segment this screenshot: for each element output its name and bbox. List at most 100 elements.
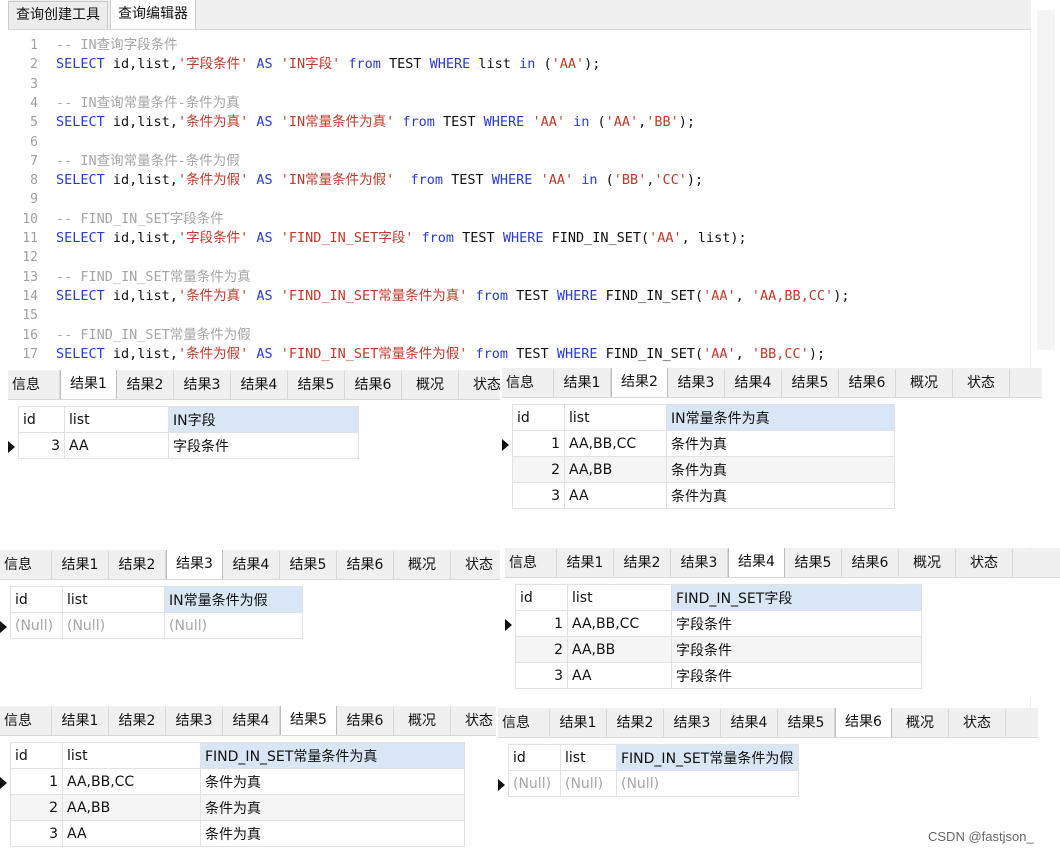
result-tab-2[interactable]: 结果2 [611,368,668,397]
grid-cell[interactable]: (Null) [62,612,165,639]
column-header[interactable]: IN常量条件为假 [164,586,303,613]
result-tab-7[interactable]: 概况 [394,551,451,579]
grid-cell[interactable]: AA,BB,CC [564,430,667,457]
grid-cell[interactable]: 1 [515,610,568,637]
grid-cell[interactable]: 2 [515,636,568,663]
column-header[interactable]: id [508,744,561,771]
result-tab-5[interactable]: 结果5 [782,369,839,397]
table-row[interactable]: 3 AA 条件为真 [512,482,895,509]
grid-cell[interactable]: AA,BB,CC [62,768,201,795]
result-tab-0[interactable]: 信息 [8,371,60,399]
result-tab-0[interactable]: 信息 [0,707,52,735]
grid-cell[interactable]: (Null) [616,770,799,797]
column-header[interactable]: FIND_IN_SET常量条件为真 [200,742,465,769]
table-row[interactable]: (Null) (Null) (Null) [508,770,799,797]
result-tab-4[interactable]: 结果4 [721,709,778,737]
grid-cell[interactable]: (Null) [10,612,63,639]
result-tab-4[interactable]: 结果4 [223,551,280,579]
result-tab-0[interactable]: 信息 [0,551,52,579]
result-tab-7[interactable]: 概况 [892,709,949,737]
grid-cell[interactable]: AA,BB,CC [567,610,672,637]
column-header[interactable]: list [567,584,672,611]
result-tab-2[interactable]: 结果2 [109,707,166,735]
column-header[interactable]: FIND_IN_SET常量条件为假 [616,744,799,771]
table-row[interactable]: 1 AA,BB,CC 条件为真 [10,768,465,795]
grid-cell[interactable]: 字段条件 [671,636,922,663]
result-tab-6[interactable]: 结果6 [842,549,899,577]
result-tab-8[interactable]: 状态 [953,369,1010,397]
result-tab-7[interactable]: 概况 [394,707,451,735]
result-tab-4[interactable]: 结果4 [231,371,288,399]
column-header[interactable]: id [10,742,63,769]
grid-cell[interactable]: 条件为真 [666,482,895,509]
grid-cell[interactable]: 条件为真 [200,768,465,795]
grid-cell[interactable]: (Null) [560,770,617,797]
grid-cell[interactable]: 条件为真 [200,794,465,821]
table-row[interactable]: 1 AA,BB,CC 字段条件 [515,610,922,637]
grid-cell[interactable]: AA [64,432,169,459]
result-tab-6[interactable]: 结果6 [345,371,402,399]
result-tab-8[interactable]: 状态 [451,551,500,579]
column-header[interactable]: IN常量条件为真 [666,404,895,431]
result-tab-6[interactable]: 结果6 [839,369,896,397]
column-header[interactable]: id [10,586,63,613]
result-tab-0[interactable]: 信息 [502,369,554,397]
tab-query-editor[interactable]: 查询编辑器 [110,0,196,29]
grid-cell[interactable]: 3 [515,662,568,689]
result-tab-2[interactable]: 结果2 [614,549,671,577]
column-header[interactable]: id [512,404,565,431]
result-tab-7[interactable]: 概况 [896,369,953,397]
table-row[interactable]: 2 AA,BB 条件为真 [512,456,895,483]
result-tab-2[interactable]: 结果2 [117,371,174,399]
result-tab-1[interactable]: 结果1 [52,551,109,579]
grid-cell[interactable]: 3 [10,820,63,847]
result-tab-1[interactable]: 结果1 [557,549,614,577]
grid-cell[interactable]: (Null) [508,770,561,797]
result-tab-5[interactable]: 结果5 [778,709,835,737]
grid-cell[interactable]: (Null) [164,612,303,639]
result-tab-8[interactable]: 状态 [949,709,1006,737]
result-tab-3[interactable]: 结果3 [664,709,721,737]
result-tab-0[interactable]: 信息 [498,709,550,737]
table-row[interactable]: (Null) (Null) (Null) [10,612,303,639]
result-tab-8[interactable]: 状态 [956,549,1013,577]
result-tab-5[interactable]: 结果5 [288,371,345,399]
table-row[interactable]: 3 AA 条件为真 [10,820,465,847]
result-tab-7[interactable]: 概况 [402,371,459,399]
result-tab-3[interactable]: 结果3 [174,371,231,399]
grid-cell[interactable]: 2 [512,456,565,483]
result-tab-1[interactable]: 结果1 [550,709,607,737]
grid-cell[interactable]: AA,BB [567,636,672,663]
grid-cell[interactable]: 条件为真 [666,430,895,457]
table-row[interactable]: 2 AA,BB 条件为真 [10,794,465,821]
result-tab-3[interactable]: 结果3 [166,550,223,579]
grid-cell[interactable]: 字段条件 [671,610,922,637]
grid-cell[interactable]: 字段条件 [168,432,359,459]
table-row[interactable]: 2 AA,BB 字段条件 [515,636,922,663]
result-tab-2[interactable]: 结果2 [607,709,664,737]
grid-cell[interactable]: AA,BB [62,794,201,821]
result-tab-8[interactable]: 状态 [459,371,500,399]
result-tab-5[interactable]: 结果5 [280,551,337,579]
grid-cell[interactable]: 字段条件 [671,662,922,689]
result-tab-1[interactable]: 结果1 [52,707,109,735]
result-tab-3[interactable]: 结果3 [668,369,725,397]
column-header[interactable]: list [64,406,169,433]
column-header[interactable]: IN字段 [168,406,359,433]
grid-cell[interactable]: AA [567,662,672,689]
grid-cell[interactable]: 条件为真 [666,456,895,483]
table-row[interactable]: 3 AA 字段条件 [515,662,922,689]
result-tab-3[interactable]: 结果3 [671,549,728,577]
grid-cell[interactable]: 3 [18,432,65,459]
result-tab-4[interactable]: 结果4 [223,707,280,735]
result-tab-6[interactable]: 结果6 [337,551,394,579]
grid-cell[interactable]: 1 [512,430,565,457]
result-tab-5[interactable]: 结果5 [280,706,337,735]
result-tab-6[interactable]: 结果6 [337,707,394,735]
table-row[interactable]: 3 AA 字段条件 [18,432,359,459]
tab-query-builder[interactable]: 查询创建工具 [8,1,108,29]
result-tab-7[interactable]: 概况 [899,549,956,577]
sql-editor[interactable]: 1 -- IN查询字段条件 2 SELECT id,list,'字段条件' AS 'I… [8,30,1030,364]
grid-cell[interactable]: AA [564,482,667,509]
column-header[interactable]: list [62,586,165,613]
